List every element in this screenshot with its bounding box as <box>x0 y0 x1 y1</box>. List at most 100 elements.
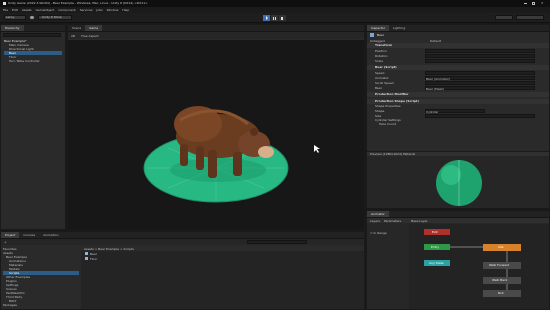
script-icon <box>85 252 88 255</box>
tab-project[interactable]: Project <box>1 232 20 238</box>
animator-graph[interactable]: Exit Entry Any State Idle Walk Forward W… <box>409 224 549 309</box>
base-layer-breadcrumb[interactable]: Base Layer <box>411 219 428 223</box>
scene-tabbar: Scene Game <box>68 25 364 32</box>
position-field[interactable] <box>425 48 535 53</box>
inspector-panel: Inspector Lighting Bear Untagged Default… <box>366 24 550 160</box>
menu-edit[interactable]: Edit <box>12 8 18 12</box>
component-row: Scroll Speed <box>375 80 549 85</box>
project-files-area: Assets > Bear Example > Scripts Bear Flo… <box>81 247 364 309</box>
bear-field[interactable]: Bear (Mesh) <box>425 85 535 91</box>
object-name-field[interactable]: Bear <box>377 33 384 37</box>
speed-label: Speed <box>375 70 385 75</box>
shape-label: Shape <box>375 108 385 113</box>
entry-node-label: Entry <box>431 245 439 249</box>
create-button[interactable]: + <box>4 240 7 244</box>
scene-mode-toggle[interactable]: 2D <box>71 34 75 38</box>
tab-inspector[interactable]: Inspector <box>367 25 389 31</box>
production-modifier-header[interactable]: Production Modifier <box>367 92 549 97</box>
menu-assets[interactable]: Assets <box>22 8 32 12</box>
idle-node-label: Idle <box>498 245 504 249</box>
project-search-input[interactable] <box>246 240 307 244</box>
walk-back-node-label: Walk Back <box>492 278 508 282</box>
cloud-icon[interactable] <box>30 16 34 19</box>
hierarchy-item[interactable]: Turn Table Controller <box>4 59 62 63</box>
rotation-field[interactable] <box>425 53 535 58</box>
scene-viewport[interactable] <box>68 40 364 229</box>
transform-row: Position <box>375 48 549 53</box>
parameter-row[interactable]: = In Range <box>370 231 387 235</box>
tab-scene[interactable]: Scene <box>68 25 85 31</box>
component-rows: Speed Animator Bear (Animator) Scroll Spe… <box>367 70 549 91</box>
scale-field[interactable] <box>425 58 535 63</box>
tab-lighting[interactable]: Lighting <box>389 25 409 31</box>
menu-jobs[interactable]: Jobs <box>96 8 102 12</box>
unity-logo-icon <box>3 2 6 5</box>
tab-hierarchy[interactable]: Hierarchy <box>1 25 24 31</box>
rotation-label: Rotation <box>375 53 388 58</box>
speed-field[interactable] <box>425 70 535 75</box>
scroll-speed-field[interactable] <box>425 80 535 85</box>
scroll-speed-label: Scroll Speed <box>375 80 394 85</box>
scale-label: Scale <box>375 58 384 63</box>
animator-toolbar: Layers Parameters Base Layer <box>367 218 549 223</box>
hierarchy-panel: Hierarchy Bear Example* Main Camera Dire… <box>0 24 66 230</box>
tab-console[interactable]: Console <box>19 232 39 238</box>
menu-window[interactable]: Window <box>107 8 119 12</box>
size-field[interactable] <box>425 113 535 118</box>
project-tree: Favorites Assets Bear Example Animations… <box>3 247 79 309</box>
title-bar: Unity Game (2022.3.Win64) - Bear Example… <box>0 0 550 7</box>
walk-forward-node-label: Walk Forward <box>489 263 510 267</box>
component-row: Speed <box>375 70 549 75</box>
material-sphere <box>436 160 482 206</box>
tab-animator[interactable]: Animator <box>367 211 389 217</box>
menu-component[interactable]: Component <box>58 8 75 12</box>
main-toolbar: Leroy Unity 6 Store <box>0 13 550 23</box>
shape-rows: Shape Properties Shape Cylinder Size <box>367 104 549 118</box>
layers-dropdown[interactable] <box>495 15 513 20</box>
tab-animation[interactable]: Animation <box>39 232 62 238</box>
transform-rows: Position Rotation Scale <box>367 48 549 63</box>
tube-count-label: Tube Count <box>379 122 396 126</box>
transform-row: Scale <box>375 58 549 63</box>
bear-label: Bear <box>375 85 382 90</box>
layout-dropdown[interactable] <box>516 15 544 20</box>
hierarchy-tree: Bear Example* Main Camera Directional Li… <box>1 38 65 64</box>
step-icon <box>281 17 284 20</box>
tag-dropdown[interactable]: Untagged <box>370 39 430 43</box>
position-label: Position <box>375 48 387 53</box>
shape-dropdown[interactable]: Cylinder <box>425 108 485 114</box>
component-row: Bear Bear (Mesh) <box>375 85 549 91</box>
store-label: Unity 6 Store <box>42 15 62 19</box>
tab-game[interactable]: Game <box>85 25 103 31</box>
transform-row: Rotation <box>375 53 549 58</box>
menu-gameobject[interactable]: GameObject <box>36 8 55 12</box>
script-icon <box>85 257 88 260</box>
file-item[interactable]: Floor <box>81 256 364 261</box>
cube-icon <box>370 33 374 37</box>
animator-panel: Animator Layers Parameters Base Layer = … <box>366 210 550 310</box>
scene-render <box>143 106 320 203</box>
component-row: Animator Bear (Animator) <box>375 75 549 81</box>
menu-help[interactable]: Help <box>122 8 129 12</box>
layer-dropdown[interactable]: Default <box>430 39 441 43</box>
project-panel: Project Console Animation + Favorites As… <box>0 231 365 310</box>
material-preview-panel: Preview (1280x1024) Material <box>366 151 550 209</box>
tree-item[interactable]: Packages <box>3 303 79 307</box>
pause-icon <box>273 17 276 20</box>
layers-tab[interactable]: Layers <box>370 219 380 223</box>
file-label: Floor <box>90 256 98 261</box>
window-title: Unity Game (2022.3.Win64) - Bear Example… <box>8 1 148 5</box>
scene-toolbar: 2D Free Aspect <box>68 32 364 39</box>
inspector-tabbar: Inspector Lighting <box>367 25 549 32</box>
minimize-button[interactable] <box>524 3 527 4</box>
menu-services[interactable]: Services <box>80 8 93 12</box>
hierarchy-search-input[interactable] <box>3 33 61 37</box>
close-button[interactable]: ✕ <box>541 1 544 5</box>
menu-file[interactable]: File <box>3 8 8 12</box>
hierarchy-tabbar: Hierarchy <box>1 25 65 32</box>
aspect-dropdown[interactable]: Free Aspect <box>81 34 99 38</box>
maximize-button[interactable] <box>532 2 535 5</box>
animator-field[interactable]: Bear (Animator) <box>425 75 535 81</box>
parameters-tab[interactable]: Parameters <box>384 219 401 223</box>
state-transitions <box>443 246 508 290</box>
